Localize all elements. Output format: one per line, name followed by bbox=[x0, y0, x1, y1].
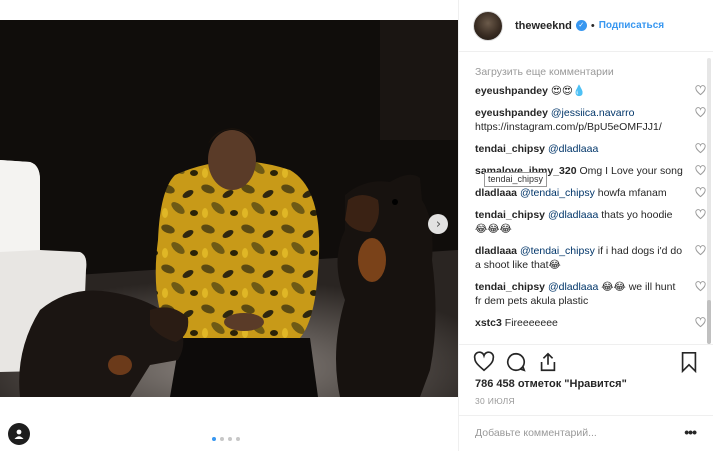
post-author-username[interactable]: theweeknd bbox=[515, 20, 572, 32]
post-date: 30 ИЮЛЯ bbox=[475, 396, 515, 406]
comment-icon[interactable] bbox=[505, 351, 527, 373]
carousel-dot bbox=[212, 437, 216, 441]
comment-item: eyeushpandey 😍😍💧 bbox=[475, 84, 706, 98]
post-sidebar: theweeknd ✓ • Подписаться Загрузить еще … bbox=[458, 0, 713, 451]
photo-illustration bbox=[0, 20, 458, 397]
comment-mention[interactable]: @jessiica.navarro bbox=[551, 107, 635, 119]
comments-list[interactable]: Загрузить еще комментарии eyeushpandey 😍… bbox=[459, 60, 713, 344]
comment-mention[interactable]: @tendai_chipsy bbox=[520, 245, 595, 257]
heart-icon[interactable] bbox=[473, 351, 495, 373]
comment-author[interactable]: dladlaaa bbox=[475, 187, 517, 199]
comment-like-heart-icon[interactable] bbox=[695, 281, 706, 292]
header-separator: • bbox=[590, 19, 595, 32]
comment-like-heart-icon[interactable] bbox=[695, 209, 706, 220]
comment-item: dladlaaa @tendai_chipsy howfa mfanam bbox=[475, 186, 706, 200]
comments-scrollbar-thumb[interactable] bbox=[707, 300, 711, 344]
carousel-indicator bbox=[212, 437, 240, 441]
bookmark-icon[interactable] bbox=[678, 351, 700, 373]
comment-item: dladlaaa @tendai_chipsy if i had dogs i'… bbox=[475, 244, 706, 272]
comment-text: 😍😍💧 bbox=[547, 85, 586, 97]
add-comment-input[interactable]: Добавьте комментарий... bbox=[475, 427, 597, 439]
comment-item: tendai_chipsy @dladlaaa thats yo hoodie … bbox=[475, 208, 706, 236]
carousel-dot bbox=[236, 437, 240, 441]
comment-like-heart-icon[interactable] bbox=[695, 245, 706, 256]
likes-count[interactable]: 786 458 отметок "Нравится" bbox=[475, 378, 627, 390]
chevron-right-icon: › bbox=[435, 216, 442, 232]
post-header: theweeknd ✓ • Подписаться bbox=[459, 0, 713, 52]
comment-author[interactable]: tendai_chipsy bbox=[475, 209, 545, 221]
follow-button[interactable]: Подписаться bbox=[599, 20, 664, 31]
carousel-dot bbox=[220, 437, 224, 441]
carousel-dot bbox=[228, 437, 232, 441]
verified-badge-icon: ✓ bbox=[575, 20, 587, 31]
person-icon bbox=[14, 429, 24, 439]
comment-author[interactable]: xstc3 bbox=[475, 317, 502, 329]
comment-item: eyeushpandey @jessiica.navarro https://i… bbox=[475, 106, 706, 134]
comment-like-heart-icon[interactable] bbox=[695, 317, 706, 328]
comment-mention[interactable]: @dladlaaa bbox=[548, 143, 598, 155]
comment-author[interactable]: tendai_chipsy bbox=[475, 143, 545, 155]
comment-like-heart-icon[interactable] bbox=[695, 107, 706, 118]
comment-text: howfa mfanam bbox=[594, 187, 667, 199]
comment-item: tendai_chipsy @dladlaaa 😂😂 we ill hunt f… bbox=[475, 280, 706, 308]
comment-item: xstc3 Fireeeeeee bbox=[475, 316, 706, 330]
more-options-button[interactable]: ••• bbox=[684, 424, 697, 440]
load-more-comments-link[interactable]: Загрузить еще комментарии bbox=[475, 66, 684, 78]
comment-text: Fireeeeeee bbox=[501, 317, 558, 329]
comment-author[interactable]: eyeushpandey bbox=[475, 107, 548, 119]
comment-like-heart-icon[interactable] bbox=[695, 187, 706, 198]
comments-scrollbar-track[interactable] bbox=[707, 58, 711, 306]
add-comment-section: Добавьте комментарий... ••• bbox=[459, 415, 713, 451]
share-icon[interactable] bbox=[537, 351, 559, 373]
comment-mention[interactable]: @dladlaaa bbox=[548, 209, 598, 221]
username-tooltip: tendai_chipsy bbox=[484, 172, 548, 187]
comment-text: Omg I Love your song bbox=[576, 165, 683, 177]
comment-author[interactable]: dladlaaa bbox=[475, 245, 517, 257]
comment-author[interactable]: tendai_chipsy bbox=[475, 281, 545, 293]
user-tag-icon[interactable] bbox=[8, 423, 30, 445]
post-photo[interactable] bbox=[0, 20, 458, 397]
comment-mention[interactable]: @dladlaaa bbox=[548, 281, 598, 293]
avatar[interactable] bbox=[473, 10, 503, 41]
comment-like-heart-icon[interactable] bbox=[695, 143, 706, 154]
comment-text: https://instagram.com/p/BpU5eOMFJJ1/ bbox=[475, 121, 662, 133]
comment-like-heart-icon[interactable] bbox=[695, 85, 706, 96]
comment-mention[interactable]: @tendai_chipsy bbox=[520, 187, 595, 199]
next-slide-button[interactable]: › bbox=[428, 214, 448, 234]
post-actions-bar bbox=[459, 344, 713, 378]
comment-author[interactable]: eyeushpandey bbox=[475, 85, 548, 97]
post-media: › bbox=[0, 0, 458, 451]
comment-item: tendai_chipsy @dladlaaa bbox=[475, 142, 706, 156]
comment-like-heart-icon[interactable] bbox=[695, 165, 706, 176]
